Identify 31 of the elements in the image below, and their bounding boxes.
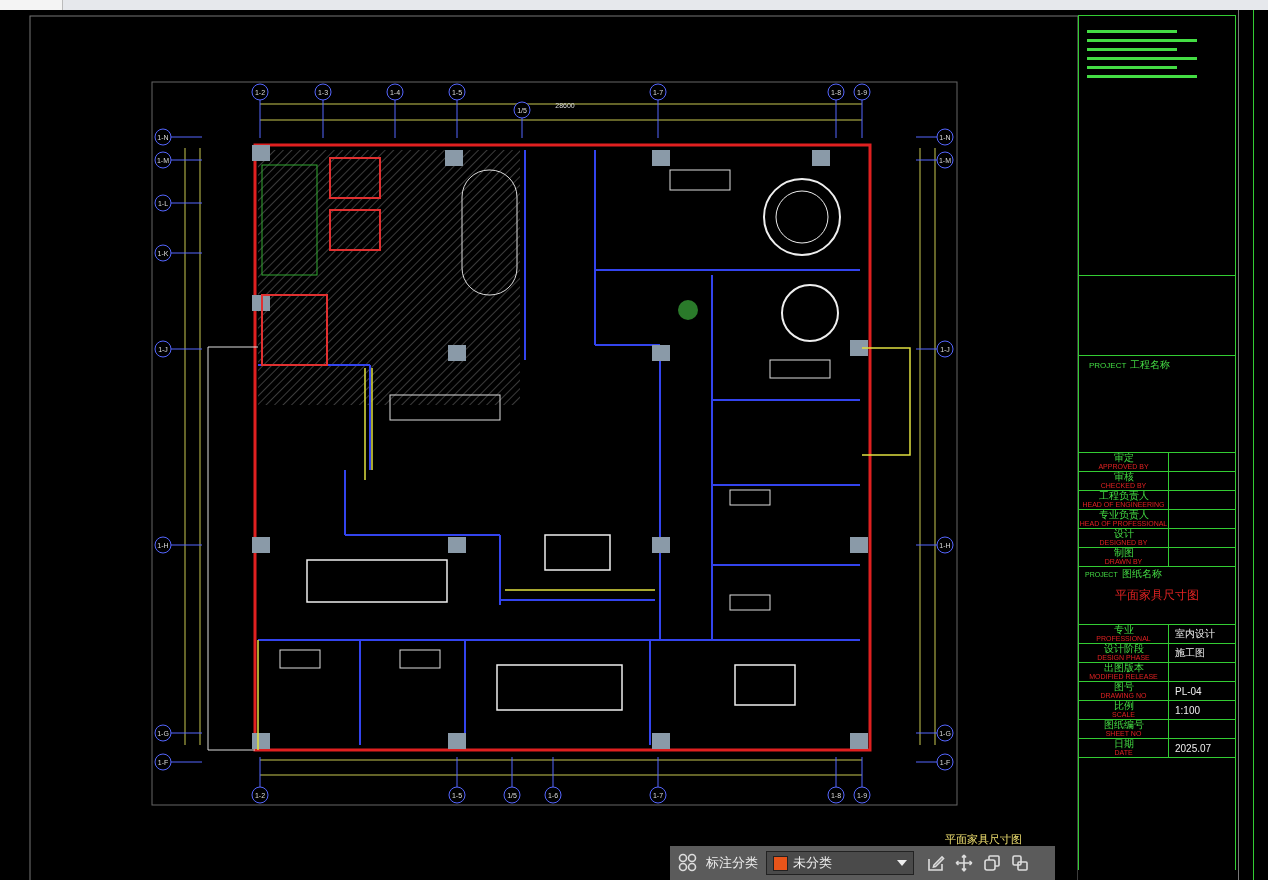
field-value: 2025.07 bbox=[1175, 742, 1212, 754]
field-label: 设计 bbox=[1113, 529, 1134, 539]
edit-icon[interactable] bbox=[926, 853, 946, 873]
toolbar-label: 标注分类 bbox=[706, 854, 758, 872]
field-label: 工程负责人 bbox=[1098, 491, 1149, 501]
field-value: 1:100 bbox=[1175, 704, 1201, 716]
field-value: 施工图 bbox=[1175, 646, 1205, 660]
drawing-title: 平面家具尺寸图 bbox=[1114, 587, 1201, 604]
field-label: 专业负责人 bbox=[1098, 510, 1149, 520]
project-label: PROJECT bbox=[1089, 360, 1127, 370]
field-value: 室内设计 bbox=[1175, 627, 1215, 641]
grid-icon[interactable] bbox=[678, 853, 698, 873]
field-value: PL-04 bbox=[1175, 685, 1202, 697]
field-label: 比例 bbox=[1113, 701, 1134, 711]
field-label: 日期 bbox=[1113, 739, 1134, 749]
field-label: 出图版本 bbox=[1103, 663, 1144, 673]
caret-icon bbox=[897, 859, 907, 867]
field-label: 图纸编号 bbox=[1103, 720, 1144, 730]
field-label: 图号 bbox=[1113, 682, 1134, 692]
project-label: 工程名称 bbox=[1130, 360, 1171, 370]
project-label: 图纸名称 bbox=[1121, 569, 1162, 579]
field-label: 审定 bbox=[1113, 453, 1134, 463]
drawing-caption: 平面家具尺寸图 bbox=[945, 833, 1022, 845]
move-icon[interactable] bbox=[954, 853, 974, 873]
paste-icon[interactable] bbox=[1010, 853, 1030, 873]
field-label: 制图 bbox=[1113, 548, 1134, 558]
field-label: 设计阶段 bbox=[1103, 644, 1144, 654]
field-label: 专业 bbox=[1113, 625, 1134, 635]
category-dropdown[interactable]: 未分类 bbox=[766, 851, 914, 875]
copy-icon[interactable] bbox=[982, 853, 1002, 873]
field-label: 审核 bbox=[1113, 472, 1134, 482]
